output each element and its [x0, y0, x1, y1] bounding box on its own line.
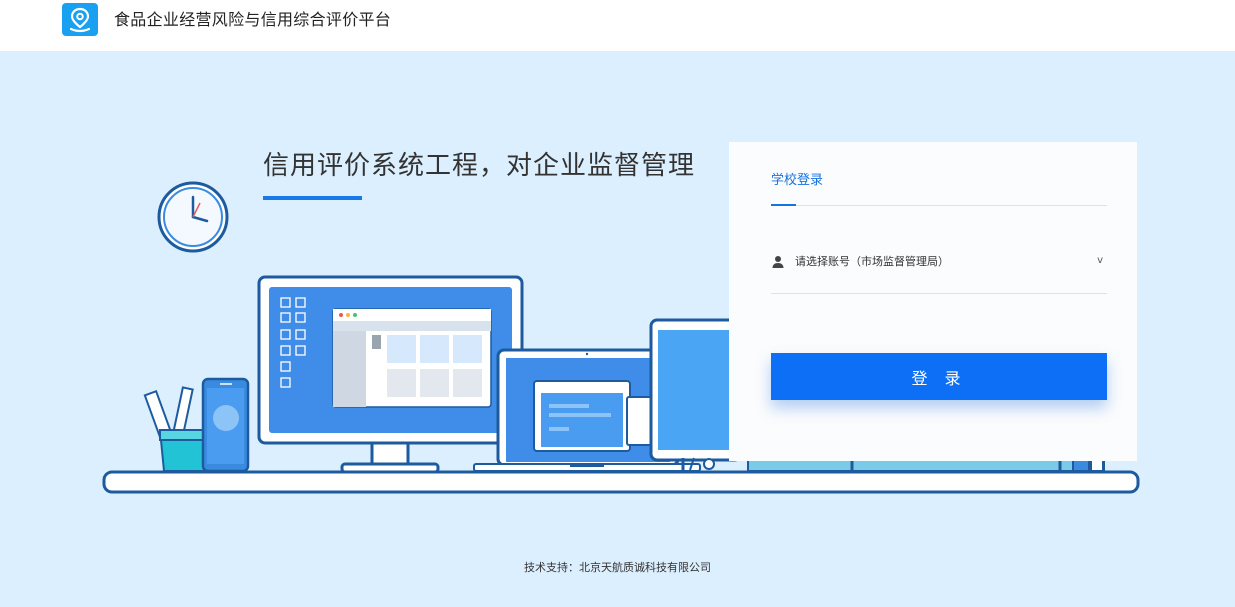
tablet — [649, 318, 743, 471]
hero-slogan: 信用评价系统工程，对企业监督管理 — [263, 151, 696, 181]
desktop-monitor — [257, 275, 524, 474]
desk — [102, 470, 1140, 494]
account-select-value: 请选择账号（市场监督管理局） — [795, 255, 949, 268]
tab-divider — [771, 205, 1107, 206]
pencil-cup — [143, 386, 210, 472]
tab-active-indicator — [771, 204, 796, 206]
clock-icon — [157, 181, 229, 253]
login-card: 学校登录 请选择账号（市场监督管理局） v 登 录 — [729, 142, 1137, 461]
footer-support-text: 技术支持：北京天航质诚科技有限公司 — [524, 561, 711, 574]
user-icon — [772, 256, 784, 268]
tab-school-login[interactable]: 学校登录 — [771, 173, 823, 189]
phone — [201, 377, 250, 473]
chevron-down-icon: v — [1097, 255, 1103, 266]
slogan-underline — [263, 196, 362, 200]
login-button[interactable]: 登 录 — [771, 353, 1107, 400]
account-select[interactable]: 请选择账号（市场监督管理局） v — [771, 246, 1107, 294]
